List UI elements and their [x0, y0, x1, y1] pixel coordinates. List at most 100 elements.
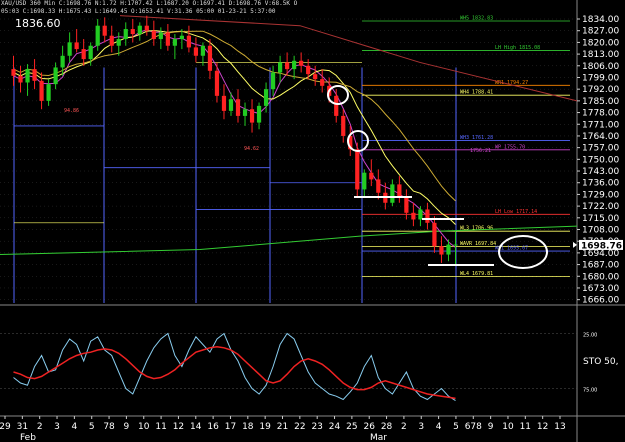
- x-tick-label: 5: [453, 422, 459, 432]
- x-tick-label: 16: [207, 422, 219, 432]
- level-label: LH Low 1717.14: [495, 209, 537, 215]
- x-tick-label: 24: [329, 422, 341, 432]
- candle-body: [256, 105, 262, 123]
- candle-body: [53, 67, 58, 85]
- x-tick-label: 12: [173, 422, 184, 432]
- candle-body: [88, 45, 93, 60]
- candle-body: [151, 30, 156, 40]
- y-tick-label: 1785.00: [582, 97, 619, 107]
- candle-body: [313, 74, 318, 80]
- y-tick-label: 1715.00: [582, 214, 619, 224]
- x-tick-label: 2: [37, 422, 43, 432]
- x-tick-label: 9: [124, 422, 130, 432]
- candle-body: [362, 172, 367, 190]
- y-tick-label: 1771.00: [582, 120, 619, 130]
- x-tick-label: 11: [520, 422, 531, 432]
- y-tick-label: 1687.00: [582, 261, 619, 271]
- candle-body: [102, 25, 107, 36]
- candle-body: [249, 109, 255, 123]
- x-tick-label: 29: [0, 422, 11, 432]
- y-tick-label: 1757.00: [582, 144, 619, 154]
- candle-body: [446, 244, 451, 255]
- candle-body: [425, 209, 430, 223]
- header-line-2: 05:03 C:1698.33 H:1675.43 L:1649.45 O:16…: [1, 8, 276, 15]
- candle-body: [130, 29, 135, 35]
- level-label: WL3 1706.96: [460, 226, 493, 232]
- candle-body: [165, 32, 170, 46]
- candle-body: [242, 109, 248, 116]
- x-tick-label: 3: [418, 422, 424, 432]
- y-tick-label: 1764.00: [582, 132, 619, 142]
- y-tick-label: 1813.00: [582, 50, 619, 60]
- candle-body: [235, 99, 241, 116]
- candle-body: [397, 184, 402, 197]
- chart-background: [0, 0, 625, 442]
- candle-body: [270, 72, 276, 90]
- level-label: WH4 1788.41: [460, 90, 493, 96]
- month-label: Mar: [370, 433, 387, 442]
- candle-body: [109, 35, 114, 46]
- y-tick-label: 1799.00: [582, 73, 619, 83]
- y-tick-label: 1834.00: [582, 15, 619, 25]
- level-label: WH5 1832.83: [460, 16, 493, 22]
- stoch-tick-label: 75.00: [583, 388, 597, 394]
- x-tick-label: 9: [488, 422, 494, 432]
- month-label: Feb: [20, 433, 36, 442]
- y-tick-label: 1708.00: [582, 225, 619, 235]
- y-tick-label: 1736.00: [582, 179, 619, 189]
- candle-body: [60, 55, 65, 68]
- x-tick-label: 3: [54, 422, 60, 432]
- candle-body: [18, 75, 23, 83]
- level-label: WL4 1679.81: [460, 271, 493, 277]
- x-tick-label: 14: [190, 422, 202, 432]
- candle-body: [116, 39, 121, 46]
- x-tick-label: 10: [502, 422, 514, 432]
- annotation-label: 94.86: [64, 108, 79, 114]
- candle-body: [355, 149, 360, 190]
- candle-body: [137, 25, 142, 35]
- candle-body: [277, 62, 283, 73]
- candle-body: [144, 25, 149, 31]
- x-tick-label: 12: [537, 422, 548, 432]
- y-tick-label: 1806.00: [582, 62, 619, 72]
- candle-body: [74, 42, 79, 50]
- x-tick-label: 18: [242, 422, 254, 432]
- candle-body: [193, 47, 199, 56]
- candle-body: [320, 79, 325, 86]
- y-tick-label: 1666.00: [582, 296, 619, 306]
- candle-body: [81, 49, 86, 60]
- candle-body: [228, 99, 234, 111]
- x-tick-label: 10: [138, 422, 150, 432]
- candle-body: [39, 80, 44, 101]
- x-tick-label: 13: [554, 422, 565, 432]
- candle-body: [334, 95, 339, 116]
- candle-body: [25, 69, 30, 83]
- candle-body: [432, 222, 437, 247]
- candle-body: [369, 172, 374, 180]
- x-tick-label: 19: [259, 422, 271, 432]
- candle-body: [123, 29, 128, 40]
- x-tick-label: 78: [103, 422, 115, 432]
- big-price-label: 1836.60: [15, 17, 61, 30]
- price-chart: WH5 1832.83LH High 1815.08WR1 1794.27WH4…: [0, 0, 625, 442]
- level-label: LH High 1815.08: [495, 45, 540, 51]
- candle-body: [214, 70, 220, 96]
- x-tick-label: 22: [294, 422, 305, 432]
- current-price-label: 1698.76: [581, 241, 622, 251]
- y-tick-label: 1792.00: [582, 85, 619, 95]
- candle-body: [179, 35, 184, 40]
- x-tick-label: 2: [401, 422, 407, 432]
- candle-body: [453, 244, 458, 246]
- candle-body: [67, 42, 72, 56]
- annotation-label: 1756.21: [470, 148, 491, 154]
- candle-body: [207, 45, 213, 71]
- x-tick-label: 26: [363, 422, 375, 432]
- y-tick-label: 1827.00: [582, 27, 619, 37]
- x-tick-label: 4: [436, 422, 442, 432]
- y-tick-label: 1778.00: [582, 109, 619, 119]
- candle-body: [439, 246, 444, 255]
- candle-body: [390, 184, 395, 203]
- y-tick-label: 1743.00: [582, 167, 619, 177]
- y-tick-label: 1680.00: [582, 272, 619, 282]
- level-label: WH3 1761.28: [460, 135, 493, 141]
